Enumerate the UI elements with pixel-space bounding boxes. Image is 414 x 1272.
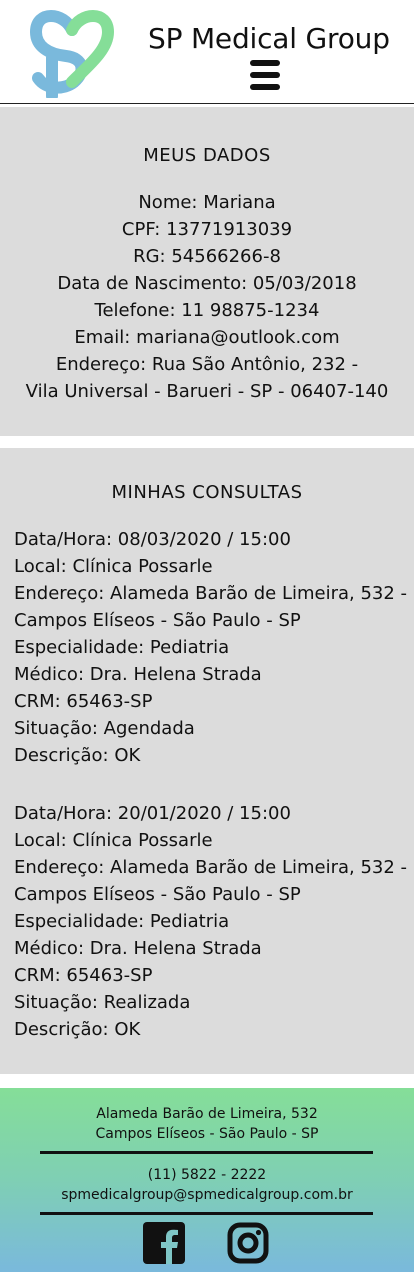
consulta-situacao: Situação: Realizada (14, 992, 191, 1013)
consulta-data-hora: Data/Hora: 20/01/2020 / 15:00 (14, 803, 291, 824)
consulta-local: Local: Clínica Possarle (14, 556, 213, 577)
footer-divider (40, 1212, 373, 1215)
minhas-consultas-title: MINHAS CONSULTAS (111, 482, 303, 503)
consulta-especialidade: Especialidade: Pediatria (14, 637, 230, 658)
consulta-crm: CRM: 65463-SP (14, 965, 153, 986)
consulta-medico: Médico: Dra. Helena Strada (14, 664, 262, 685)
dados-telefone: Telefone: 11 98875-1234 (94, 300, 320, 321)
meus-dados-card: MEUS DADOS Nome: Mariana CPF: 1377191303… (0, 107, 414, 436)
footer-address-line-1: Alameda Barão de Limeira, 532 (96, 1106, 318, 1122)
consulta-local: Local: Clínica Possarle (14, 830, 213, 851)
dados-cpf: CPF: 13771913039 (121, 219, 293, 240)
consulta-endereco-1: Endereço: Alameda Barão de Limeira, 532 … (14, 583, 408, 604)
consulta-endereco-1: Endereço: Alameda Barão de Limeira, 532 … (14, 857, 408, 878)
hamburger-menu-icon[interactable] (250, 60, 280, 90)
site-footer: Alameda Barão de Limeira, 532 Campos Elí… (0, 1088, 414, 1272)
dados-endereco-1: Endereço: Rua São Antônio, 232 - (55, 354, 359, 375)
footer-email[interactable]: spmedicalgroup@spmedicalgroup.com.br (0, 1185, 414, 1205)
footer-address-line-2: Campos Elíseos - São Paulo - SP (95, 1126, 319, 1142)
consulta-endereco-2: Campos Elíseos - São Paulo - SP (14, 884, 301, 905)
dados-nome: Nome: Mariana (138, 192, 276, 213)
instagram-icon[interactable] (227, 1222, 269, 1264)
brand-name[interactable]: SP Medical Group (148, 22, 390, 55)
dados-endereco-2: Vila Universal - Barueri - SP - 06407-14… (25, 381, 389, 402)
site-header: SP Medical Group (0, 0, 414, 104)
footer-phone: (11) 5822 - 2222 (147, 1167, 267, 1183)
dados-email: Email: mariana@outlook.com (74, 327, 340, 348)
consulta-especialidade: Especialidade: Pediatria (14, 911, 230, 932)
consulta-descricao: Descrição: OK (14, 1019, 141, 1040)
sp-heart-logo-icon[interactable] (28, 6, 116, 98)
minhas-consultas-card: MINHAS CONSULTAS Data/Hora: 08/03/2020 /… (0, 448, 414, 1074)
consulta-endereco-2: Campos Elíseos - São Paulo - SP (14, 610, 301, 631)
dados-rg: RG: 54566266-8 (133, 246, 281, 267)
consulta-medico: Médico: Dra. Helena Strada (14, 938, 262, 959)
consulta-situacao: Situação: Agendada (14, 718, 195, 739)
consulta-crm: CRM: 65463-SP (14, 691, 153, 712)
consulta-descricao: Descrição: OK (14, 745, 141, 766)
facebook-icon[interactable] (143, 1222, 185, 1264)
meus-dados-title: MEUS DADOS (143, 145, 271, 166)
consulta-data-hora: Data/Hora: 08/03/2020 / 15:00 (14, 529, 291, 550)
dados-nascimento: Data de Nascimento: 05/03/2018 (57, 273, 357, 294)
footer-divider (40, 1151, 373, 1154)
